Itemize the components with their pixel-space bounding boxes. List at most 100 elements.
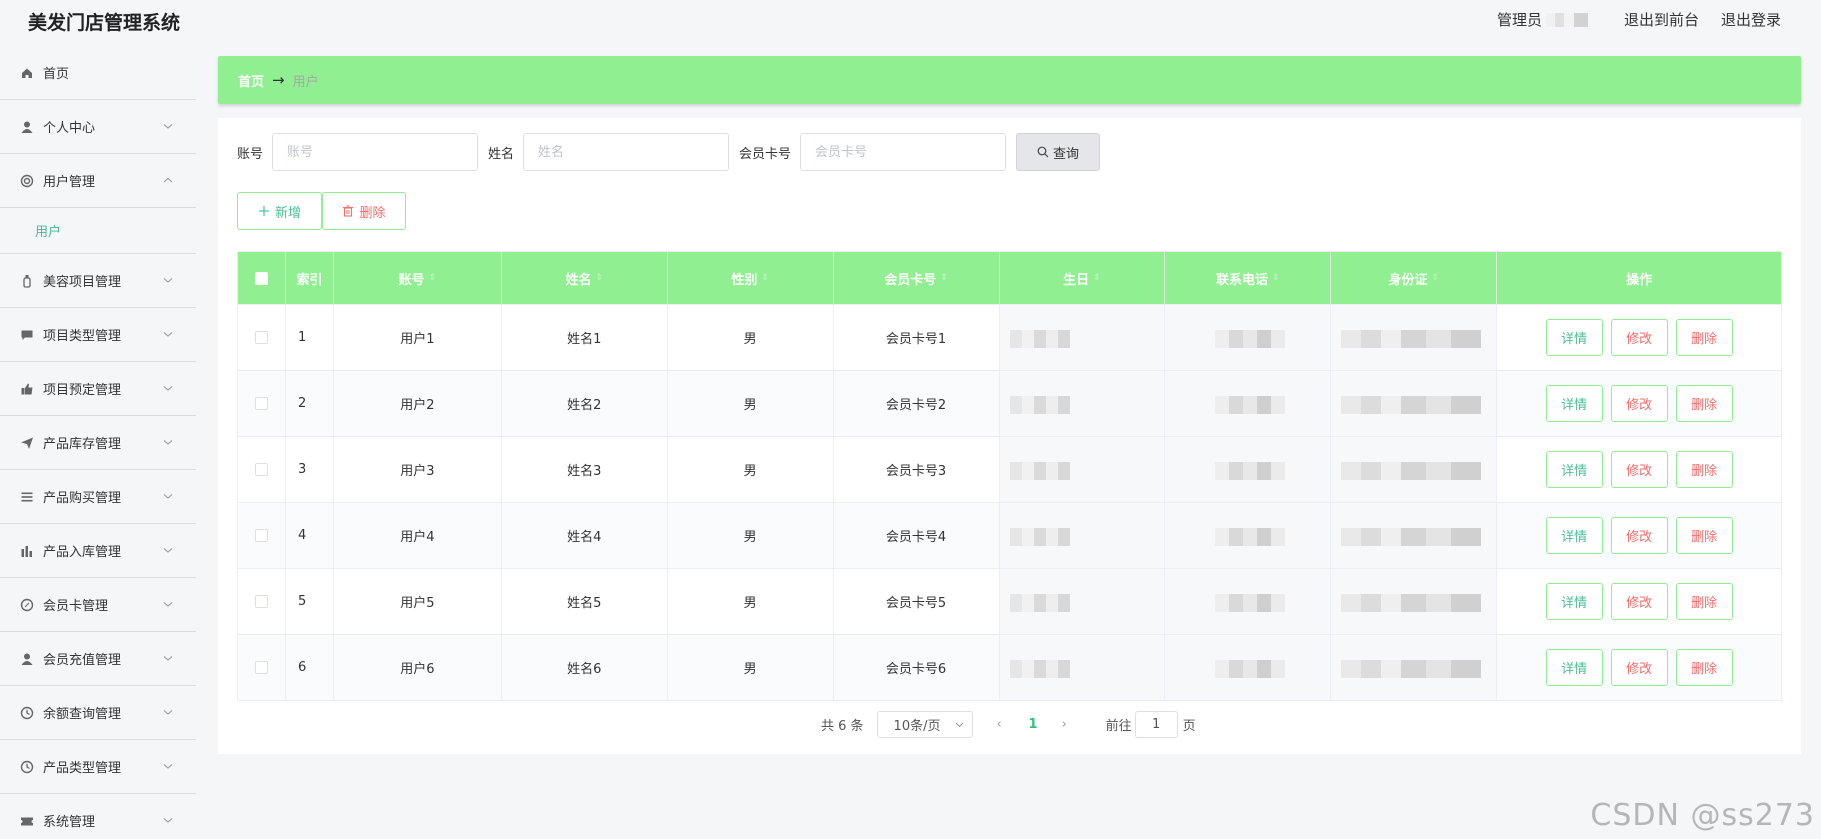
page-size-select[interactable]: 10条/页 xyxy=(876,711,973,738)
sidebar-item[interactable]: 项目预定管理 xyxy=(0,362,196,416)
delete-button[interactable]: 删除 xyxy=(1675,319,1733,356)
row-actions: 详情 修改 删除 xyxy=(1545,451,1733,488)
sidebar-item[interactable]: 个人中心 xyxy=(0,100,196,154)
sidebar-subitem[interactable]: 用户 xyxy=(0,208,196,254)
table-body: 1 用户1 姓名1 男会员卡号1 详情 修改 删除 2 用户2 姓名2 男会员卡号2 详情 修改 删除 3 用… xyxy=(238,304,1781,700)
query-button[interactable]: 查询 xyxy=(1016,133,1101,171)
chevron-up-icon xyxy=(163,177,173,183)
row-actions: 详情 修改 删除 xyxy=(1545,319,1733,356)
sidebar-item-label: 会员卡管理 xyxy=(43,599,109,614)
delete-button[interactable]: 删除 xyxy=(1675,517,1733,554)
header-idcard[interactable]: 身份证 ⇕ xyxy=(1331,252,1498,304)
sidebar-item[interactable]: 会员卡管理 xyxy=(0,578,196,632)
cell-index: 1 xyxy=(286,305,334,370)
edit-button[interactable]: 修改 xyxy=(1610,319,1668,356)
edit-button[interactable]: 修改 xyxy=(1610,517,1668,554)
mosaic-block xyxy=(1009,660,1070,678)
cell-gender: 男 xyxy=(668,305,834,370)
sort-icon[interactable]: ⇕ xyxy=(761,273,769,283)
row-checkbox[interactable] xyxy=(254,331,268,344)
detail-button[interactable]: 详情 xyxy=(1545,451,1603,488)
cell-phone-redacted xyxy=(1165,503,1332,568)
add-button[interactable]: 新增 xyxy=(237,192,322,230)
detail-button[interactable]: 详情 xyxy=(1545,319,1603,356)
logout-link[interactable]: 退出登录 xyxy=(1721,9,1781,30)
row-checkbox[interactable] xyxy=(254,661,268,674)
sidebar-item[interactable]: 产品库存管理 xyxy=(0,416,196,470)
redaction-mosaic xyxy=(999,437,1165,502)
sort-icon[interactable]: ⇕ xyxy=(429,273,437,283)
card-input[interactable] xyxy=(800,133,1007,171)
sort-icon[interactable]: ⇕ xyxy=(596,273,604,283)
sidebar-item[interactable]: 会员充值管理 xyxy=(0,632,196,686)
detail-button[interactable]: 详情 xyxy=(1545,583,1603,620)
front-link[interactable]: 退出到前台 xyxy=(1624,9,1699,30)
sidebar-item[interactable]: 首页 xyxy=(0,46,196,100)
sidebar-item[interactable]: 项目类型管理 xyxy=(0,308,196,362)
row-checkbox[interactable] xyxy=(254,529,268,542)
delete-button[interactable]: 删除 xyxy=(1675,583,1733,620)
cell-name: 姓名3 xyxy=(502,437,668,502)
chevron-down-icon xyxy=(163,278,173,283)
sidebar-item[interactable]: 余额查询管理 xyxy=(0,686,196,740)
sort-icon[interactable]: ⇕ xyxy=(1272,273,1280,283)
row-actions: 详情 修改 删除 xyxy=(1545,583,1733,620)
account-input[interactable] xyxy=(272,133,479,171)
page-suffix: 页 xyxy=(1182,719,1196,734)
header-phone[interactable]: 联系电话 ⇕ xyxy=(1165,252,1332,304)
cell-index: 3 xyxy=(286,437,334,502)
sidebar-item-label: 产品购买管理 xyxy=(43,491,122,506)
sidebar-item[interactable]: 产品入库管理 xyxy=(0,524,196,578)
next-page-button[interactable]: › xyxy=(1062,717,1076,732)
row-select-cell xyxy=(238,503,286,568)
delete-button[interactable]: 删除 xyxy=(1675,451,1733,488)
header-account[interactable]: 账号 ⇕ xyxy=(334,252,502,304)
delete-button[interactable]: 删除 xyxy=(1675,385,1733,422)
batch-delete-button[interactable]: 删除 xyxy=(322,192,406,230)
redaction-mosaic xyxy=(1165,569,1331,634)
sidebar-item[interactable]: 系统管理 xyxy=(0,794,196,839)
detail-button[interactable]: 详情 xyxy=(1545,649,1603,686)
mosaic-block xyxy=(1009,396,1070,414)
sort-icon[interactable]: ⇕ xyxy=(1093,273,1101,283)
sort-icon[interactable]: ⇕ xyxy=(940,273,948,283)
sidebar-item-label: 美容项目管理 xyxy=(43,275,122,290)
sidebar-item-label: 用户管理 xyxy=(43,175,96,190)
prev-page-button[interactable]: ‹ xyxy=(997,717,1011,732)
sidebar-item[interactable]: 产品类型管理 xyxy=(0,740,196,794)
sort-icon[interactable]: ⇕ xyxy=(1431,273,1439,283)
redaction-mosaic xyxy=(1165,305,1331,370)
row-checkbox[interactable] xyxy=(254,595,268,608)
mosaic-block xyxy=(1215,462,1286,480)
row-checkbox[interactable] xyxy=(254,397,268,410)
select-all-checkbox[interactable] xyxy=(254,271,268,285)
redaction-mosaic xyxy=(1331,437,1497,502)
edit-button[interactable]: 修改 xyxy=(1610,583,1668,620)
ticket-icon xyxy=(20,814,34,828)
mosaic-block xyxy=(1009,594,1070,612)
delete-button[interactable]: 删除 xyxy=(1675,649,1733,686)
sidebar-item[interactable]: 产品购买管理 xyxy=(0,470,196,524)
goto-page-input[interactable] xyxy=(1134,711,1178,738)
edit-button[interactable]: 修改 xyxy=(1610,649,1668,686)
sidebar-item-label: 产品入库管理 xyxy=(43,545,122,560)
header-gender[interactable]: 性别 ⇕ xyxy=(668,252,834,304)
page-number[interactable]: 1 xyxy=(1029,717,1038,732)
chevron-down-icon xyxy=(163,386,173,391)
page-size-value: 10条/页 xyxy=(893,719,941,734)
edit-button[interactable]: 修改 xyxy=(1610,385,1668,422)
header-name-label: 姓名 xyxy=(565,272,592,288)
row-checkbox[interactable] xyxy=(254,463,268,476)
detail-button[interactable]: 详情 xyxy=(1545,385,1603,422)
top-bar: 美发门店管理系统 管理员 退出到前台 退出登录 xyxy=(0,0,1821,42)
breadcrumb-home[interactable]: 首页 xyxy=(238,71,264,90)
sidebar-item[interactable]: 美容项目管理 xyxy=(0,254,196,308)
sidebar-item[interactable]: 用户管理 xyxy=(0,154,196,208)
header-card[interactable]: 会员卡号 ⇕ xyxy=(834,252,1000,304)
name-input[interactable] xyxy=(523,133,730,171)
detail-button[interactable]: 详情 xyxy=(1545,517,1603,554)
edit-button[interactable]: 修改 xyxy=(1610,451,1668,488)
header-birthday[interactable]: 生日 ⇕ xyxy=(1000,252,1166,304)
sidebar-item-label: 余额查询管理 xyxy=(43,707,122,722)
header-name[interactable]: 姓名 ⇕ xyxy=(502,252,668,304)
